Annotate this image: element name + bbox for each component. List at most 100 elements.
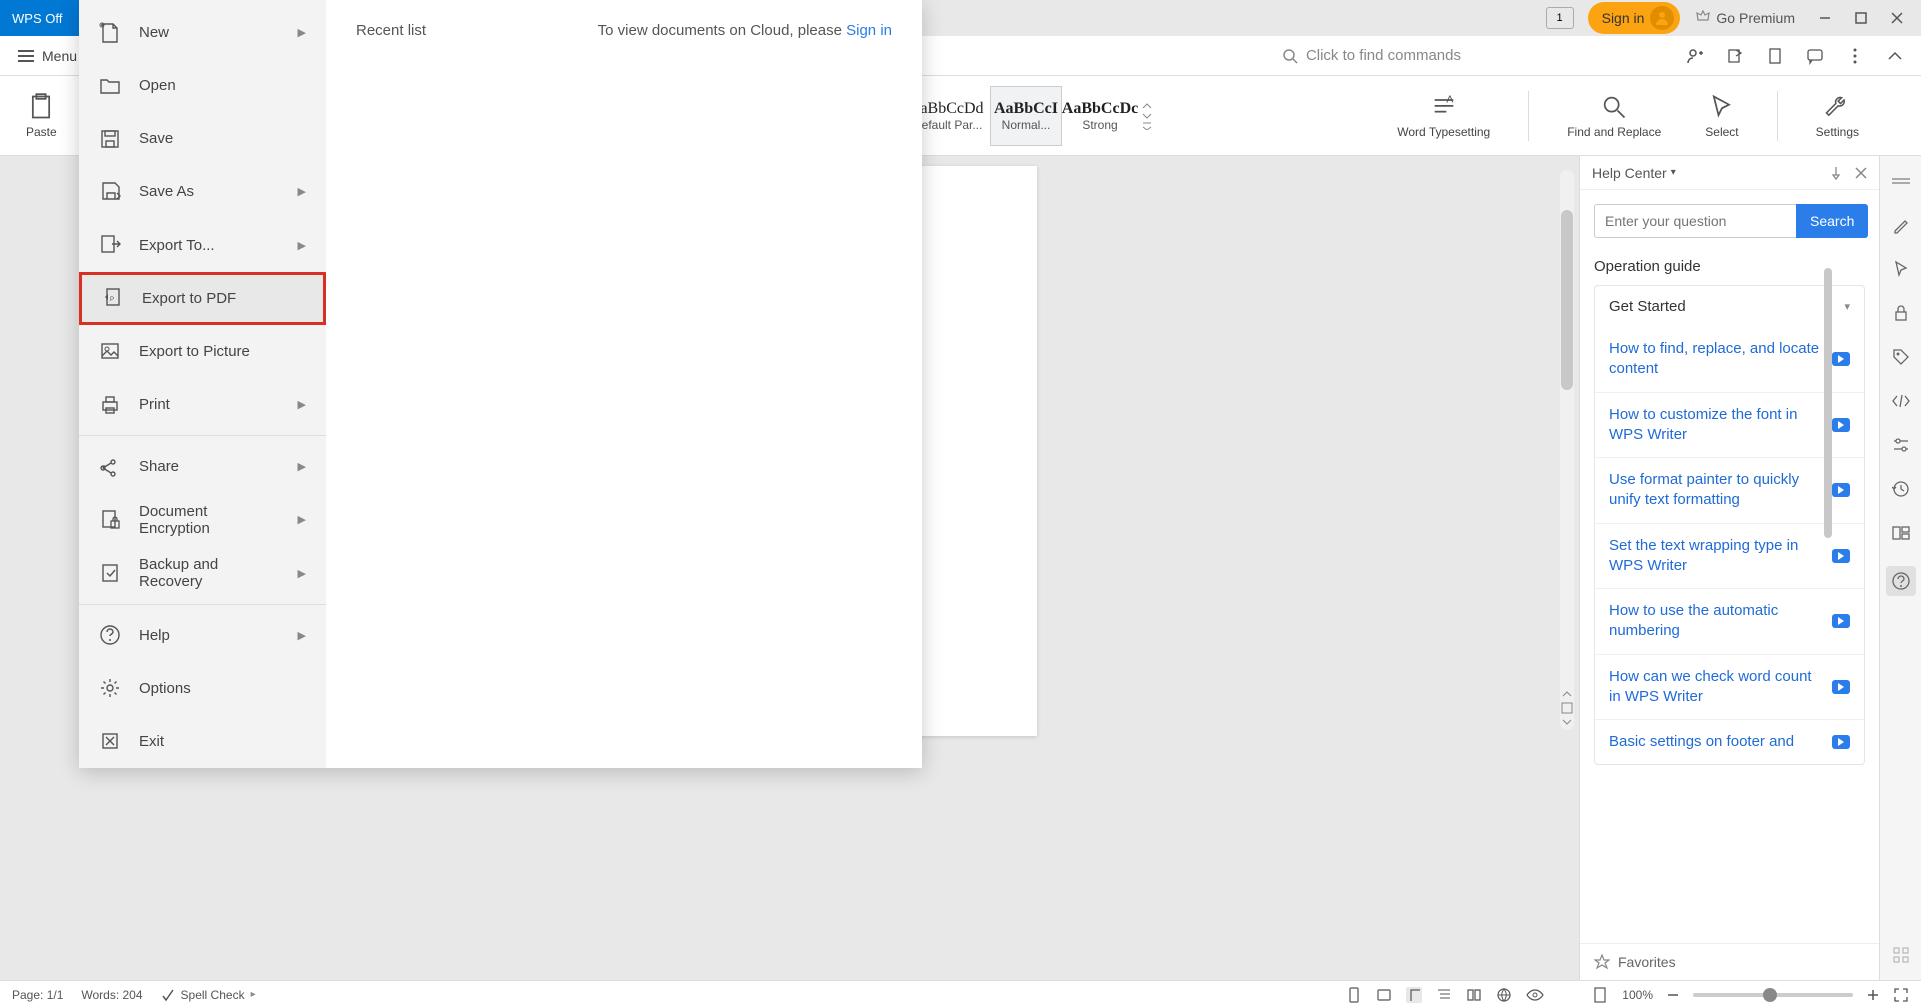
scroll-up-icon[interactable] [1562, 690, 1572, 698]
file-menu-share[interactable]: Share▶ [79, 440, 326, 493]
file-menu-export-to-pdf[interactable]: PExport to PDF [79, 272, 326, 325]
file-menu-new[interactable]: New▶ [79, 6, 326, 59]
chevron-right-icon: ▶ [298, 567, 306, 580]
help-item[interactable]: How to use the automatic numbering [1595, 588, 1864, 654]
menu-label[interactable]: Menu [42, 48, 77, 64]
close-button[interactable] [1881, 4, 1913, 32]
tag-icon[interactable] [1890, 346, 1912, 368]
fm-icon [99, 234, 121, 256]
style-strong[interactable]: AaBbCcDcStrong [1064, 86, 1136, 146]
file-menu-help[interactable]: Help▶ [79, 609, 326, 662]
styles-up-icon[interactable] [1142, 102, 1152, 110]
file-menu-options[interactable]: Options [79, 662, 326, 715]
help-item[interactable]: Basic settings on footer and [1595, 719, 1864, 764]
layout-icon[interactable] [1890, 522, 1912, 544]
file-menu-save[interactable]: Save [79, 112, 326, 165]
file-menu-export-to-picture[interactable]: Export to Picture [79, 325, 326, 378]
file-menu-document-encryption[interactable]: Document Encryption▶ [79, 493, 326, 546]
file-menu-exit[interactable]: Exit [79, 715, 326, 768]
spellcheck-toggle[interactable]: Spell Check ▸ [161, 988, 256, 1002]
paste-label: Paste [26, 125, 57, 139]
view-mobile-icon[interactable] [1346, 987, 1362, 1003]
wrench-icon [1823, 93, 1851, 121]
style-normal[interactable]: AaBbCcINormal... [990, 86, 1062, 146]
sliders-icon[interactable] [1890, 434, 1912, 456]
fm-icon [99, 22, 121, 44]
close-panel-icon[interactable] [1855, 167, 1867, 179]
collapse-ribbon-icon[interactable] [1885, 46, 1905, 66]
file-menu-list: New▶OpenSaveSave As▶Export To...▶PExport… [79, 0, 326, 768]
grid-icon[interactable] [1890, 944, 1912, 966]
scrollbar-thumb[interactable] [1561, 210, 1573, 390]
page-icon[interactable] [1765, 46, 1785, 66]
settings-button[interactable]: Settings [1804, 80, 1871, 152]
cloud-signin-link[interactable]: Sign in [846, 22, 892, 39]
chevron-down-icon[interactable]: ▾ [1671, 167, 1676, 178]
zoom-value[interactable]: 100% [1622, 988, 1653, 1002]
zoom-out-icon[interactable] [1667, 989, 1679, 1001]
view-eye-icon[interactable] [1526, 988, 1544, 1002]
help-rail-icon[interactable] [1886, 566, 1916, 596]
play-icon [1832, 735, 1850, 749]
styles-more-icon[interactable] [1142, 122, 1152, 130]
command-search[interactable]: Click to find commands [1282, 47, 1461, 64]
file-menu-export-to[interactable]: Export To...▶ [79, 219, 326, 272]
lock-icon[interactable] [1890, 302, 1912, 324]
recent-list-title: Recent list [356, 22, 426, 39]
word-typesetting-button[interactable]: A Word Typesetting [1385, 80, 1502, 152]
view-tablet-icon[interactable] [1376, 987, 1392, 1003]
file-menu-print[interactable]: Print▶ [79, 378, 326, 431]
cursor-rail-icon[interactable] [1890, 258, 1912, 280]
vertical-scrollbar[interactable] [1560, 170, 1574, 730]
comment-icon[interactable] [1805, 46, 1825, 66]
zoom-in-icon[interactable] [1867, 989, 1879, 1001]
fm-icon: P [102, 287, 124, 309]
style-default-paragraph[interactable]: aBbCcDdefault Par... [916, 86, 988, 146]
view-outline-icon[interactable] [1436, 987, 1452, 1003]
view-page-icon[interactable] [1406, 987, 1422, 1003]
word-typesetting-label: Word Typesetting [1397, 125, 1490, 139]
scroll-page-icon[interactable] [1561, 702, 1573, 714]
help-item[interactable]: How can we check word count in WPS Write… [1595, 654, 1864, 720]
select-label: Select [1705, 125, 1738, 139]
fm-icon [99, 75, 121, 97]
page-indicator[interactable]: Page: 1/1 [12, 988, 63, 1002]
zoom-slider-thumb[interactable] [1763, 988, 1777, 1002]
favorites-row[interactable]: Favorites [1580, 943, 1879, 980]
paste-button[interactable]: Paste [14, 80, 69, 152]
chevron-right-icon: ▶ [298, 398, 306, 411]
signin-button[interactable]: Sign in [1588, 2, 1681, 34]
zoom-slider[interactable] [1693, 993, 1853, 997]
rail-collapse-icon[interactable] [1890, 170, 1912, 192]
share-user-icon[interactable] [1685, 46, 1705, 66]
file-menu-backup-and-recovery[interactable]: Backup and Recovery▶ [79, 546, 326, 599]
maximize-button[interactable] [1845, 4, 1877, 32]
code-icon[interactable] [1890, 390, 1912, 412]
history-icon[interactable] [1890, 478, 1912, 500]
word-count[interactable]: Words: 204 [81, 988, 142, 1002]
pencil-icon[interactable] [1890, 214, 1912, 236]
find-replace-button[interactable]: Find and Replace [1555, 80, 1673, 152]
help-panel-title[interactable]: Help Center [1592, 165, 1667, 181]
file-menu-open[interactable]: Open [79, 59, 326, 112]
tab-count-badge[interactable]: 1 [1546, 7, 1574, 29]
file-menu-save-as[interactable]: Save As▶ [79, 165, 326, 218]
hamburger-icon[interactable] [18, 50, 34, 62]
pin-icon[interactable] [1829, 166, 1843, 180]
help-search-input[interactable] [1594, 204, 1796, 238]
minimize-button[interactable] [1809, 4, 1841, 32]
fit-page-icon[interactable] [1592, 987, 1608, 1003]
fullscreen-icon[interactable] [1893, 987, 1909, 1003]
help-scrollbar-thumb[interactable] [1824, 268, 1832, 538]
signin-label: Sign in [1602, 10, 1645, 26]
view-web-icon[interactable] [1496, 987, 1512, 1003]
styles-down-icon[interactable] [1142, 112, 1152, 120]
more-icon[interactable] [1845, 46, 1865, 66]
help-search-button[interactable]: Search [1796, 204, 1868, 238]
scroll-down-icon[interactable] [1562, 718, 1572, 726]
export-icon[interactable] [1725, 46, 1745, 66]
styles-gallery[interactable]: aBbCcDdefault Par... AaBbCcINormal... Aa… [916, 86, 1156, 146]
gopremium-button[interactable]: Go Premium [1684, 9, 1805, 27]
select-button[interactable]: Select [1693, 80, 1750, 152]
view-reading-icon[interactable] [1466, 987, 1482, 1003]
